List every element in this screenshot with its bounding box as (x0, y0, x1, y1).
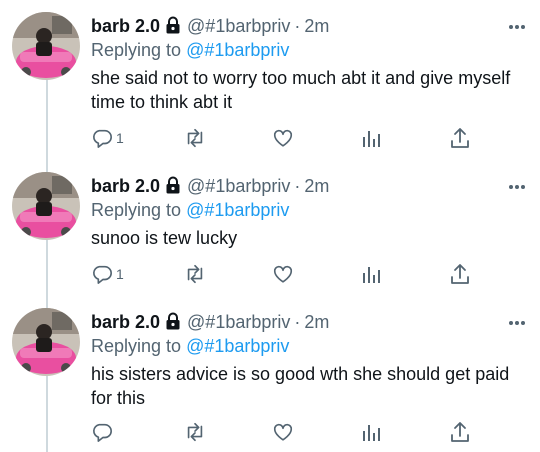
reply-icon (91, 263, 113, 285)
retweet-icon (183, 421, 207, 443)
avatar[interactable] (12, 12, 80, 80)
separator-dot: · (294, 16, 301, 36)
tweet-header: barb 2.0 @#1barbpriv · 2m (91, 14, 520, 38)
display-name[interactable]: barb 2.0 (91, 312, 160, 332)
share-icon (450, 127, 470, 149)
user-handle[interactable]: @#1barbpriv (187, 176, 290, 196)
like-button[interactable] (272, 420, 294, 444)
timestamp[interactable]: 2m (304, 312, 329, 332)
more-horizontal-icon[interactable] (508, 313, 526, 331)
display-name[interactable]: barb 2.0 (91, 16, 160, 36)
views-icon (361, 421, 381, 443)
views-icon (361, 263, 381, 285)
retweet-icon (183, 263, 207, 285)
views-button[interactable] (361, 262, 381, 286)
heart-icon (272, 263, 294, 285)
retweet-button[interactable] (183, 126, 207, 150)
share-button[interactable] (450, 126, 470, 150)
views-button[interactable] (361, 126, 381, 150)
user-handle[interactable]: @#1barbpriv (187, 16, 290, 36)
tweet-text: she said not to worry too much abt it an… (91, 68, 511, 112)
heart-icon (272, 127, 294, 149)
replying-to-link[interactable]: @#1barbpriv (186, 200, 289, 220)
share-button[interactable] (450, 262, 470, 286)
like-button[interactable] (272, 262, 294, 286)
tweet-actions (91, 420, 521, 444)
separator-dot: · (294, 176, 301, 196)
replying-to-link[interactable]: @#1barbpriv (186, 40, 289, 60)
share-icon (450, 421, 470, 443)
reply-button[interactable]: 1 (91, 262, 124, 286)
like-button[interactable] (272, 126, 294, 150)
user-handle[interactable]: @#1barbpriv (187, 312, 290, 332)
lock-icon (165, 16, 181, 40)
retweet-button[interactable] (183, 420, 207, 444)
replying-to-prefix: Replying to (91, 200, 182, 220)
reply-count: 1 (116, 266, 124, 282)
share-button[interactable] (450, 420, 470, 444)
timestamp[interactable]: 2m (304, 176, 329, 196)
replying-to-prefix: Replying to (91, 40, 182, 60)
avatar[interactable] (12, 172, 80, 240)
tweet-header: barb 2.0 @#1barbpriv · 2m (91, 310, 520, 334)
replying-to-link[interactable]: @#1barbpriv (186, 336, 289, 356)
separator-dot: · (294, 312, 301, 332)
reply-count: 1 (116, 130, 124, 146)
more-horizontal-icon[interactable] (508, 177, 526, 195)
heart-icon (272, 421, 294, 443)
reply-button[interactable] (91, 420, 116, 444)
tweet-text: his sisters advice is so good wth she sh… (91, 364, 510, 408)
retweet-icon (183, 127, 207, 149)
reply-icon (91, 421, 113, 443)
tweet-actions: 1 (91, 126, 521, 150)
reply-button[interactable]: 1 (91, 126, 124, 150)
thread-connector-line (46, 78, 48, 452)
views-icon (361, 127, 381, 149)
replying-to: Replying to @#1barbpriv (91, 334, 289, 358)
lock-icon (165, 176, 181, 200)
replying-to-prefix: Replying to (91, 336, 182, 356)
reply-icon (91, 127, 113, 149)
timestamp[interactable]: 2m (304, 16, 329, 36)
views-button[interactable] (361, 420, 381, 444)
tweet-text: sunoo is tew lucky (91, 228, 238, 248)
display-name[interactable]: barb 2.0 (91, 176, 160, 196)
share-icon (450, 263, 470, 285)
tweet-actions: 1 (91, 262, 521, 286)
replying-to: Replying to @#1barbpriv (91, 38, 289, 62)
avatar[interactable] (12, 308, 80, 376)
more-horizontal-icon[interactable] (508, 17, 526, 35)
replying-to: Replying to @#1barbpriv (91, 198, 289, 222)
retweet-button[interactable] (183, 262, 207, 286)
tweet-header: barb 2.0 @#1barbpriv · 2m (91, 174, 520, 198)
lock-icon (165, 312, 181, 336)
